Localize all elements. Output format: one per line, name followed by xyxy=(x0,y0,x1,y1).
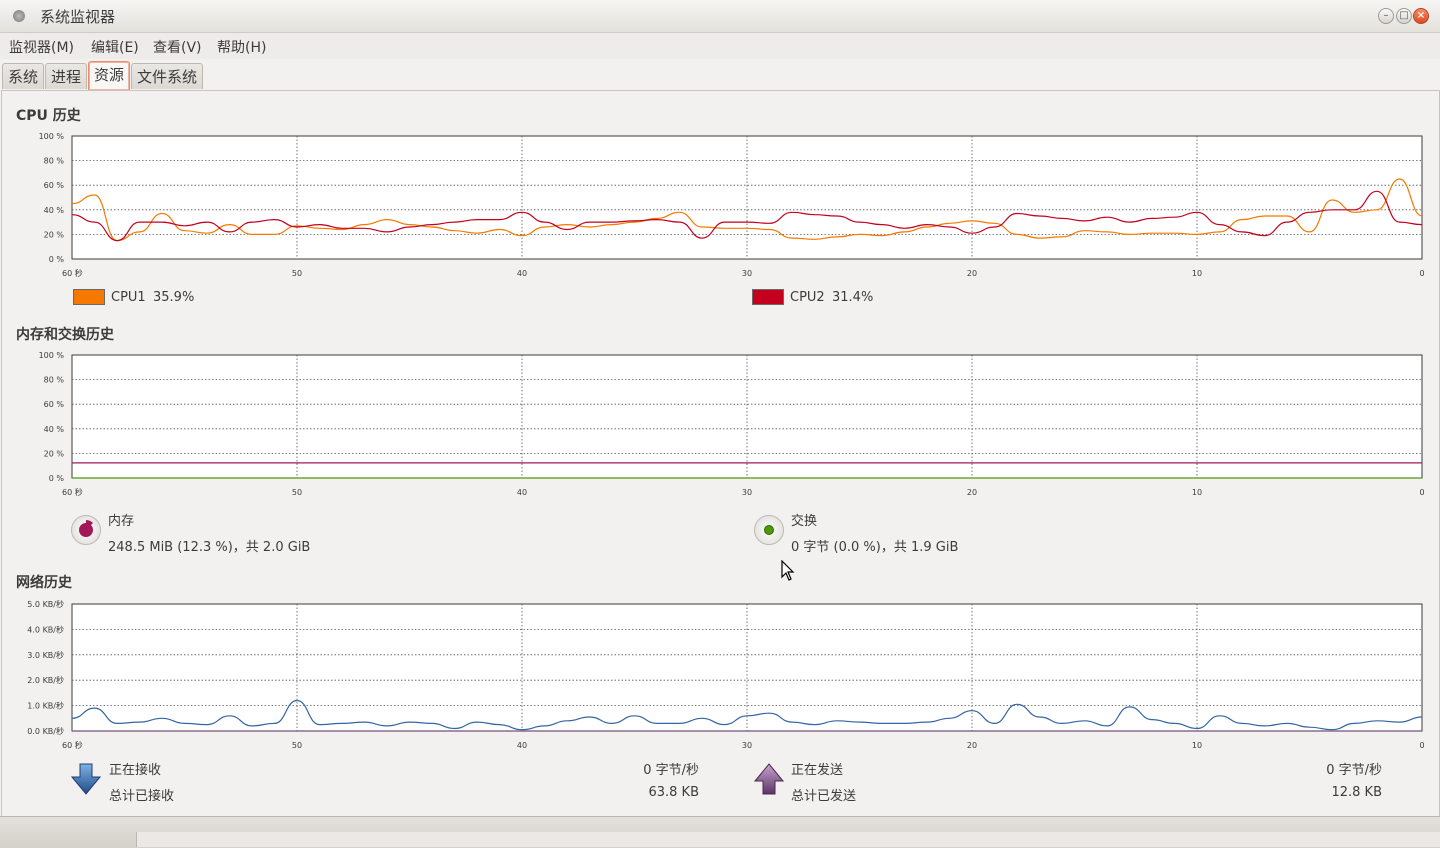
network-y-tick-label: 2.0 KB/秒 xyxy=(27,675,64,685)
sending-arrow-icon[interactable] xyxy=(754,763,784,795)
network-x-tick-label: 30 xyxy=(742,741,752,750)
total-sent-value: 12.8 KB xyxy=(1331,785,1382,800)
network-x-tick-label: 40 xyxy=(517,741,527,750)
mouse-cursor-icon xyxy=(781,560,795,581)
network-y-tick-label: 1.0 KB/秒 xyxy=(27,701,64,711)
network-y-tick-label: 5.0 KB/秒 xyxy=(27,599,64,609)
menu-monitor[interactable]: 监视器(M) xyxy=(9,37,74,57)
tab-resources[interactable]: 资源 xyxy=(88,61,131,90)
tab-processes[interactable]: 进程 xyxy=(45,63,88,89)
network-y-tick-label: 3.0 KB/秒 xyxy=(27,650,64,660)
minimize-button[interactable]: – xyxy=(1378,8,1394,24)
menu-bar: 监视器(M) 编辑(E) 查看(V) 帮助(H) xyxy=(0,33,1440,59)
sending-label: 正在发送 xyxy=(791,763,844,778)
menu-edit[interactable]: 编辑(E) xyxy=(91,37,139,57)
total-received-value: 63.8 KB xyxy=(648,785,699,800)
tab-bar: 系统 进程 资源 文件系统 xyxy=(0,61,1440,90)
tab-file-systems[interactable]: 文件系统 xyxy=(131,63,204,89)
window-menu-icon[interactable] xyxy=(13,10,25,22)
total-sent-label: 总计已发送 xyxy=(791,789,857,804)
menu-view[interactable]: 查看(V) xyxy=(153,37,202,57)
title-bar[interactable]: 系统监视器 – □ × xyxy=(0,0,1440,33)
network-x-tick-label: 60 秒 xyxy=(62,740,83,750)
menu-help[interactable]: 帮助(H) xyxy=(217,37,266,57)
receiving-rate: 0 字节/秒 xyxy=(643,763,699,778)
network-x-tick-label: 0 xyxy=(1419,741,1424,750)
network-x-tick-label: 10 xyxy=(1192,741,1202,750)
system-monitor-window: 系统监视器 – □ × 监视器(M) 编辑(E) 查看(V) 帮助(H) 系统 … xyxy=(0,0,1440,848)
resources-panel: CPU 历史 100 % 80 % 60 % 40 % 20 % 0 % 60 秒 50 40 3… xyxy=(1,90,1440,817)
network-x-tick-label: 20 xyxy=(967,741,977,750)
network-x-tick-label: 50 xyxy=(292,741,302,750)
network-y-tick-label: 0.0 KB/秒 xyxy=(27,726,64,736)
background-window-strip xyxy=(136,832,1440,847)
window-title: 系统监视器 xyxy=(40,8,116,26)
maximize-button[interactable]: □ xyxy=(1396,8,1412,24)
total-received-label: 总计已接收 xyxy=(109,789,175,804)
network-y-tick-label: 4.0 KB/秒 xyxy=(27,624,64,634)
close-button[interactable]: × xyxy=(1413,8,1429,24)
tab-system[interactable]: 系统 xyxy=(2,63,45,89)
network-history-graph: 5.0 KB/秒 4.0 KB/秒 3.0 KB/秒 2.0 KB/秒 1.0 KB/秒… xyxy=(27,599,1424,750)
receiving-label: 正在接收 xyxy=(109,763,162,778)
receiving-arrow-icon[interactable] xyxy=(71,763,101,795)
sending-rate: 0 字节/秒 xyxy=(1326,763,1382,778)
